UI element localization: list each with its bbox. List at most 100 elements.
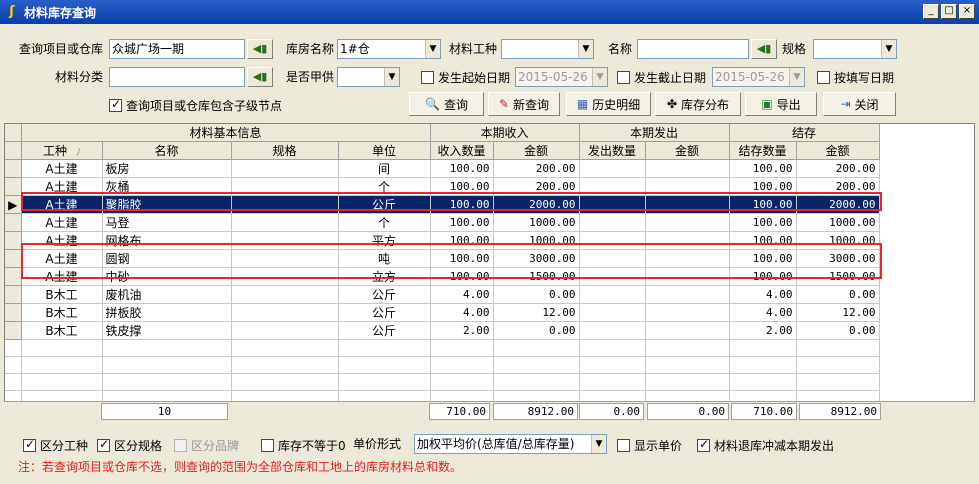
checkbox-box[interactable] (617, 438, 630, 452)
cell-unit[interactable]: 立方 (338, 267, 431, 286)
table-row[interactable]: B木工 废机油 公斤 4.00 0.00 4.00 0.00 (5, 285, 880, 304)
chevron-down-icon[interactable]: ▼ (591, 435, 606, 453)
checkbox-box[interactable] (261, 438, 274, 452)
cell-out-qty[interactable] (579, 231, 646, 250)
by-spec-checkbox[interactable]: 区分规格 (97, 436, 162, 454)
cell-unit[interactable]: 个 (338, 177, 431, 196)
table-row[interactable]: B木工 铁皮撑 公斤 2.00 0.00 2.00 0.00 (5, 321, 880, 340)
stock-not-zero-checkbox[interactable]: 库存不等于0 (261, 436, 346, 454)
chevron-down-icon[interactable]: ▼ (425, 40, 440, 58)
cell-bal-qty[interactable]: 100.00 (729, 213, 797, 232)
project-input[interactable]: 众城广场一期 (109, 39, 245, 59)
cell-out-amt[interactable] (645, 249, 730, 268)
cell-in-qty[interactable]: 2.00 (430, 321, 494, 340)
table-row[interactable]: A土建 圆钢吨 100.00 3000.00 100.00 3000.00 (5, 249, 880, 268)
cell-out-amt[interactable] (645, 213, 730, 232)
column-header-spec[interactable]: 规格 (231, 141, 339, 160)
row-indicator[interactable] (5, 267, 22, 286)
warehouse-select[interactable]: 1#仓 ▼ (337, 39, 441, 59)
table-row[interactable]: A土建 灰桶个 100.00 200.00 100.00 200.00 (5, 177, 880, 196)
column-header-out-amt[interactable]: 金额 (645, 141, 730, 160)
checkbox-box[interactable] (421, 70, 434, 84)
cell-out-amt[interactable] (645, 285, 730, 304)
cell-in-qty[interactable]: 4.00 (430, 285, 494, 304)
cell-work-type[interactable]: B木工 (21, 285, 103, 304)
cell-bal-amt[interactable]: 200.00 (796, 159, 880, 178)
cell-spec[interactable] (231, 303, 339, 322)
table-row[interactable]: ▶ A土建 聚脂胶 公斤 100.00 2000.00 100.00 2000.00 (5, 195, 880, 214)
row-indicator[interactable]: ▶ (5, 195, 22, 214)
cell-unit[interactable]: 间 (338, 159, 431, 178)
checkbox-box[interactable] (109, 97, 122, 112)
chevron-down-icon[interactable]: ▼ (881, 40, 896, 58)
cell-bal-qty[interactable]: 4.00 (729, 303, 797, 322)
column-header-name[interactable]: 名称 (102, 141, 232, 160)
cell-bal-amt[interactable]: 0.00 (796, 321, 880, 340)
export-button[interactable]: ▣ 导出 (745, 92, 817, 116)
cell-bal-qty[interactable]: 100.00 (729, 195, 797, 214)
cell-name[interactable]: 废机油 (102, 285, 232, 304)
cell-in-qty[interactable]: 100.00 (430, 267, 494, 286)
fill-date-checkbox[interactable]: 按填写日期 (817, 68, 894, 86)
cell-in-qty[interactable]: 100.00 (430, 249, 494, 268)
cell-out-qty[interactable] (579, 213, 646, 232)
cell-bal-amt[interactable]: 0.00 (796, 285, 880, 304)
cell-out-amt[interactable] (645, 231, 730, 250)
cell-name[interactable]: 灰桶 (102, 177, 232, 196)
project-picker-button[interactable]: ◀▮ (247, 39, 273, 59)
cell-work-type[interactable]: B木工 (21, 303, 103, 322)
cell-bal-qty[interactable]: 100.00 (729, 159, 797, 178)
cell-unit[interactable]: 公斤 (338, 303, 431, 322)
cell-in-amt[interactable]: 1000.00 (493, 213, 580, 232)
column-header-bal-qty[interactable]: 结存数量 (729, 141, 797, 160)
minimize-button[interactable]: _ (923, 4, 939, 19)
cell-in-amt[interactable]: 12.00 (493, 303, 580, 322)
include-children-checkbox[interactable]: 查询项目或仓库包含子级节点 (109, 96, 282, 114)
cell-out-qty[interactable] (579, 159, 646, 178)
cell-work-type[interactable]: A土建 (21, 213, 103, 232)
cell-work-type[interactable]: A土建 (21, 195, 103, 214)
cell-in-qty[interactable]: 100.00 (430, 213, 494, 232)
checkbox-box[interactable] (97, 437, 110, 452)
cell-work-type[interactable]: A土建 (21, 231, 103, 250)
cell-name[interactable]: 网格布 (102, 231, 232, 250)
checkbox-box[interactable] (697, 437, 710, 452)
table-row[interactable]: A土建 中砂 立方 100.00 1500.00 100.00 1500.00 (5, 267, 880, 286)
checkbox-box[interactable] (617, 70, 630, 84)
cell-name[interactable]: 中砂 (102, 267, 232, 286)
end-date-checkbox[interactable]: 发生截止日期 (617, 68, 706, 86)
cell-name[interactable]: 板房 (102, 159, 232, 178)
cell-unit[interactable]: 吨 (338, 249, 431, 268)
cell-out-amt[interactable] (645, 267, 730, 286)
start-date-picker[interactable]: 2015-05-26 ▼ (515, 67, 608, 87)
cell-name[interactable]: 聚脂胶 (102, 195, 232, 214)
cell-bal-qty[interactable]: 100.00 (729, 249, 797, 268)
end-date-picker[interactable]: 2015-05-26 ▼ (712, 67, 805, 87)
inventory-grid[interactable]: 材料基本信息 本期收入 本期发出 结存 工种 / 名称 规格 单位 收入数量 金额… (4, 123, 975, 421)
cell-spec[interactable] (231, 231, 339, 250)
cell-unit[interactable]: 个 (338, 213, 431, 232)
cell-spec[interactable] (231, 213, 339, 232)
cell-spec[interactable] (231, 249, 339, 268)
cell-in-amt[interactable]: 2000.00 (493, 195, 580, 214)
cell-work-type[interactable]: B木工 (21, 321, 103, 340)
checkbox-box[interactable] (23, 437, 36, 452)
cell-out-amt[interactable] (645, 195, 730, 214)
row-indicator[interactable] (5, 159, 22, 178)
cell-in-amt[interactable]: 3000.00 (493, 249, 580, 268)
row-indicator[interactable] (5, 321, 22, 340)
close-window-button[interactable]: × (959, 4, 975, 19)
row-indicator[interactable] (5, 213, 22, 232)
query-button[interactable]: 🔍 查询 (409, 92, 484, 116)
table-row[interactable]: B木工 拼板胶 公斤 4.00 12.00 4.00 12.00 (5, 303, 880, 322)
column-header-in-amt[interactable]: 金额 (493, 141, 580, 160)
maximize-button[interactable]: □ (941, 4, 957, 19)
cell-in-qty[interactable]: 100.00 (430, 159, 494, 178)
cell-bal-qty[interactable]: 4.00 (729, 285, 797, 304)
cell-work-type[interactable]: A土建 (21, 249, 103, 268)
cell-out-amt[interactable] (645, 321, 730, 340)
chevron-down-icon[interactable]: ▼ (592, 68, 607, 86)
return-offset-checkbox[interactable]: 材料退库冲减本期发出 (697, 436, 834, 454)
cell-work-type[interactable]: A土建 (21, 267, 103, 286)
column-header-bal-amt[interactable]: 金额 (796, 141, 880, 160)
